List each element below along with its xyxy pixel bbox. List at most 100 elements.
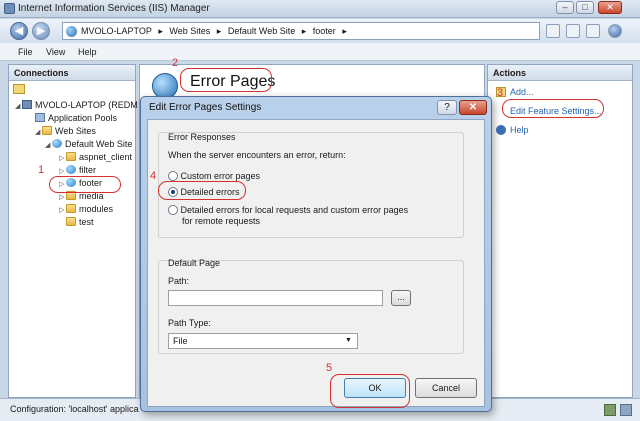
callout-number-2: 2 [172,57,179,69]
globe-icon [52,139,62,148]
iis-app-icon [4,3,15,14]
menu-bar: File View Help [0,43,640,61]
callout-number-3: 3 [497,87,504,99]
breadcrumb-separator[interactable]: ▸ [158,26,163,36]
breadcrumb-footer[interactable]: footer [313,26,336,36]
status-config-icon [604,404,616,416]
connections-header: Connections [9,65,135,81]
error-responses-legend: Error Responses [168,132,236,142]
menu-help[interactable]: Help [78,47,97,57]
address-bar[interactable]: MVOLO-LAPTOP ▸ Web Sites ▸ Default Web S… [62,22,540,40]
chevron-down-icon: ▼ [345,337,352,344]
callout-footer-highlight [49,176,121,193]
callout-number-1: 1 [38,164,45,176]
dialog-close-button[interactable]: ✕ [459,100,487,115]
maximize-button[interactable]: □ [576,1,594,14]
path-type-label: Path Type: [168,318,211,328]
close-button[interactable]: ✕ [598,1,622,14]
callout-number-4: 4 [150,170,157,182]
cancel-button[interactable]: Cancel [415,378,477,398]
expand-icon[interactable]: ▷ [59,167,66,175]
radio-label: Custom error pages [180,171,261,181]
help-icon [496,125,506,135]
collapse-icon[interactable]: ◢ [35,128,42,136]
actions-header: Actions [488,65,632,81]
breadcrumb-separator[interactable]: ▸ [302,26,307,36]
callout-edit-settings-highlight [502,99,604,118]
folder-icon [66,152,76,161]
path-type-select[interactable]: File ▼ [168,333,358,349]
expand-icon[interactable]: ▷ [59,154,66,162]
menu-file[interactable]: File [18,47,33,57]
tree-item-modules[interactable]: ▷ modules [59,204,113,217]
menu-view[interactable]: View [46,47,65,57]
folder-icon [42,126,52,135]
path-label: Path: [168,276,190,286]
status-grip-icon [620,404,632,416]
navigation-bar: ◀ ▶ MVOLO-LAPTOP ▸ Web Sites ▸ Default W… [0,19,640,43]
expand-icon[interactable]: ▷ [59,193,66,201]
title-bar: Internet Information Services (IIS) Mana… [0,0,640,18]
path-type-value: File [173,336,188,346]
expand-icon[interactable]: ▷ [59,206,66,214]
dialog-help-button[interactable]: ? [437,100,457,115]
tree-item-server[interactable]: ◢ MVOLO-LAPTOP (REDM [15,100,138,113]
action-add[interactable]: Add... [510,87,534,97]
folder-icon [66,204,76,213]
browse-button[interactable]: ... [391,290,411,306]
breadcrumb-default-web-site[interactable]: Default Web Site [228,26,295,36]
breadcrumb-separator[interactable]: ▸ [342,26,347,36]
radio-label: Detailed errors for local requests and c… [180,205,409,215]
forward-arrow-icon[interactable]: ▶ [32,22,50,40]
action-help[interactable]: Help [510,125,529,135]
tree-item-web-sites[interactable]: ◢ Web Sites [35,126,96,139]
collapse-icon[interactable]: ◢ [15,102,22,110]
callout-number-5: 5 [326,362,333,374]
folder-icon [66,217,76,226]
error-responses-prompt: When the server encounters an error, ret… [168,150,346,160]
callout-detailed-errors-highlight [158,181,246,200]
breadcrumb-separator[interactable]: ▸ [217,26,222,36]
callout-ok-highlight [330,374,410,408]
connect-icon[interactable] [13,84,25,94]
globe-icon [66,26,77,37]
tree-item-aspnet-client[interactable]: ▷ aspnet_client [59,152,132,165]
tree-label: test [79,217,94,227]
tree-label: aspnet_client [79,152,133,162]
tree-label: modules [79,204,114,214]
tree-label: Default Web Site [65,139,133,149]
radio-detailed-local-custom-remote[interactable]: Detailed errors for local requests and c… [168,205,408,215]
back-arrow-icon[interactable]: ◀ [10,22,28,40]
breadcrumb-computer[interactable]: MVOLO-LAPTOP [81,26,152,36]
connections-panel: Connections ◢ MVOLO-LAPTOP (REDM Applicat… [8,64,138,398]
globe-icon [66,165,76,174]
help-icon[interactable] [608,24,622,38]
computer-icon [22,100,32,109]
home-icon[interactable] [586,24,600,38]
breadcrumb-web-sites[interactable]: Web Sites [169,26,210,36]
radio-custom-error-pages[interactable]: Custom error pages [168,171,260,181]
stop-icon[interactable] [566,24,580,38]
tree-item-default-web-site[interactable]: ◢ Default Web Site [45,139,132,152]
collapse-icon[interactable]: ◢ [45,141,52,149]
minimize-button[interactable]: – [556,1,574,14]
tree-label: filter [79,165,97,175]
app-pools-icon [35,113,45,122]
path-input[interactable] [168,290,383,306]
tree-item-application-pools[interactable]: Application Pools [35,113,117,126]
radio-circle[interactable] [168,171,178,181]
dialog-title: Edit Error Pages Settings [149,102,262,113]
refresh-icon[interactable] [546,24,560,38]
edit-error-pages-dialog: Edit Error Pages Settings ? ✕ Error Resp… [140,96,492,412]
status-text: Configuration: 'localhost' applica [10,404,139,414]
radio-circle[interactable] [168,205,178,215]
tree-label: Application Pools [48,113,118,123]
breadcrumb: MVOLO-LAPTOP ▸ Web Sites ▸ Default Web S… [81,26,351,37]
tree-item-test[interactable]: test [59,217,94,230]
default-page-legend: Default Page [168,258,221,268]
callout-title-highlight [180,68,272,92]
tree-label: Web Sites [55,126,96,136]
window-title: Internet Information Services (IIS) Mana… [18,3,210,14]
dialog-body: Error Responses When the server encounte… [147,119,485,407]
radio-label-continued: for remote requests [182,216,261,226]
